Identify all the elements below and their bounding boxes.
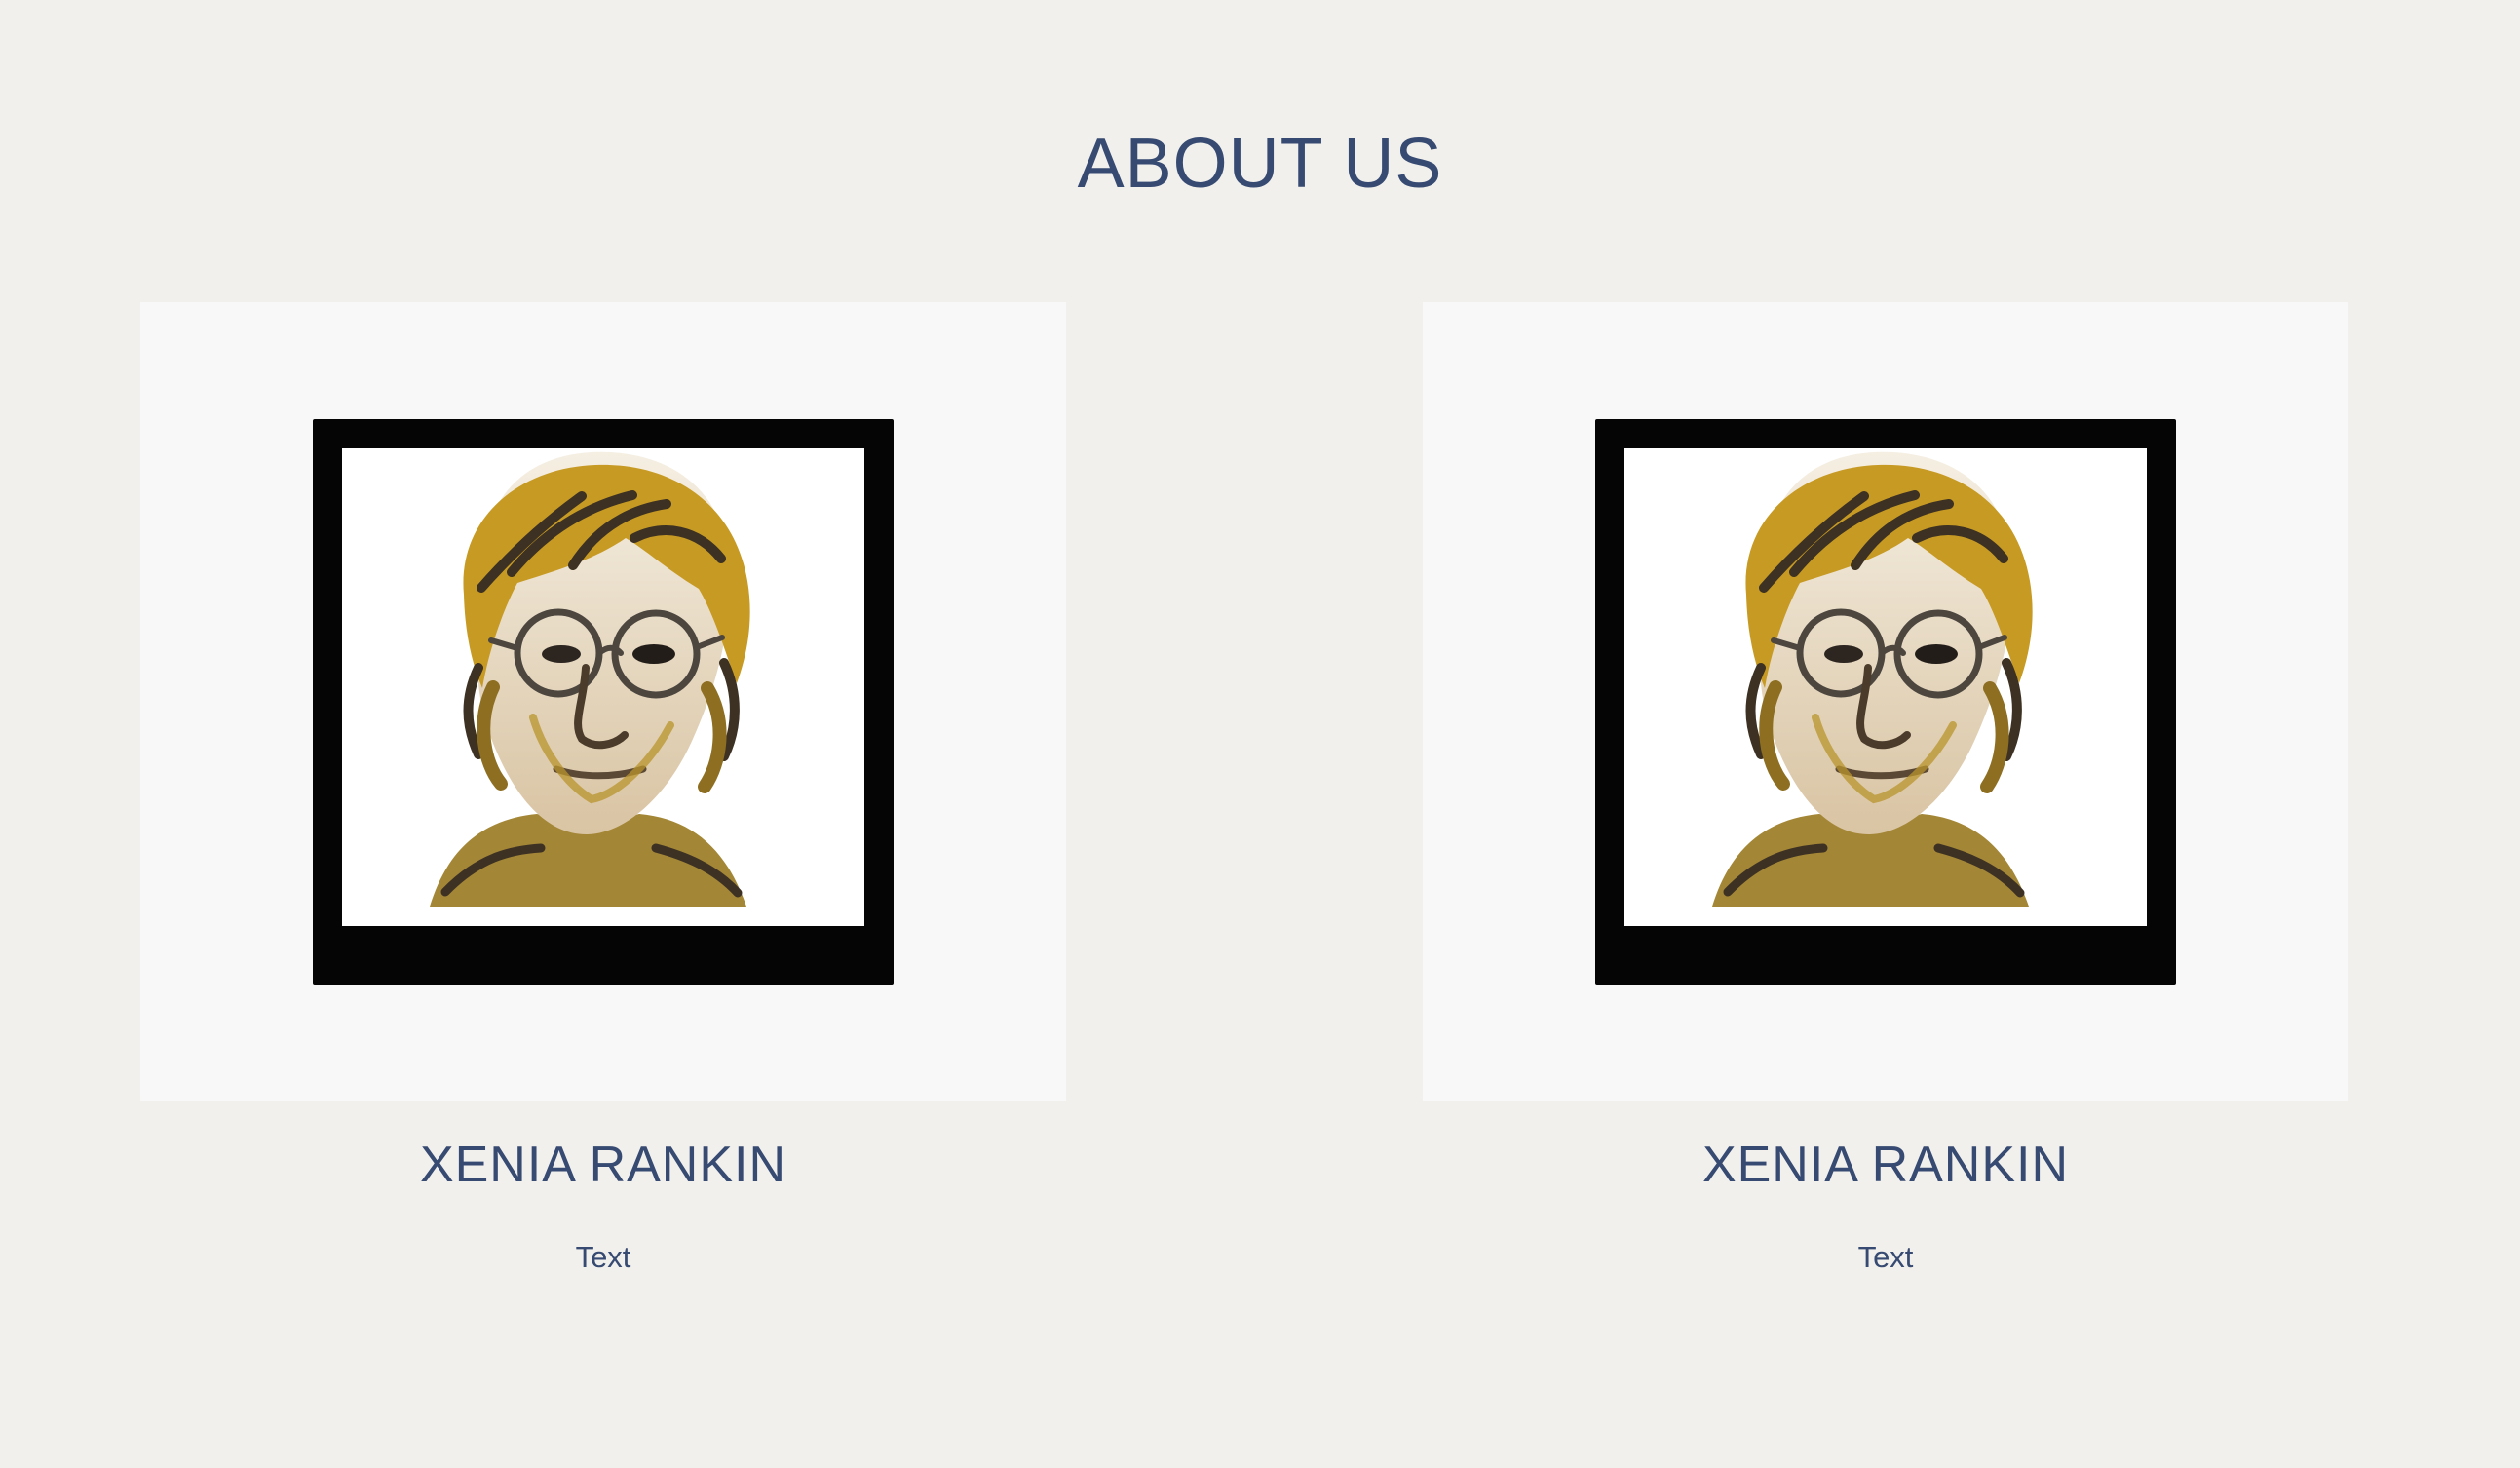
portrait-frame	[1595, 419, 2176, 985]
portrait-canvas	[1624, 448, 2147, 926]
team-card: XENIA RANKIN Text	[1423, 0, 2348, 1468]
photo-card	[1423, 302, 2348, 1101]
portrait-illustration-icon	[1624, 448, 2147, 926]
photo-card	[140, 302, 1066, 1101]
team-member-text: Text	[575, 1240, 631, 1274]
about-us-page: ABOUT US XENIA RANKIN Text XENIA RANKIN …	[0, 0, 2520, 1468]
team-member-name: XENIA RANKIN	[1701, 1137, 2070, 1193]
portrait-canvas	[342, 448, 864, 926]
portrait-frame	[313, 419, 894, 985]
team-card: XENIA RANKIN Text	[140, 0, 1066, 1468]
portrait-illustration-icon	[342, 448, 864, 926]
team-member-text: Text	[1857, 1240, 1914, 1274]
team-member-name: XENIA RANKIN	[419, 1137, 787, 1193]
